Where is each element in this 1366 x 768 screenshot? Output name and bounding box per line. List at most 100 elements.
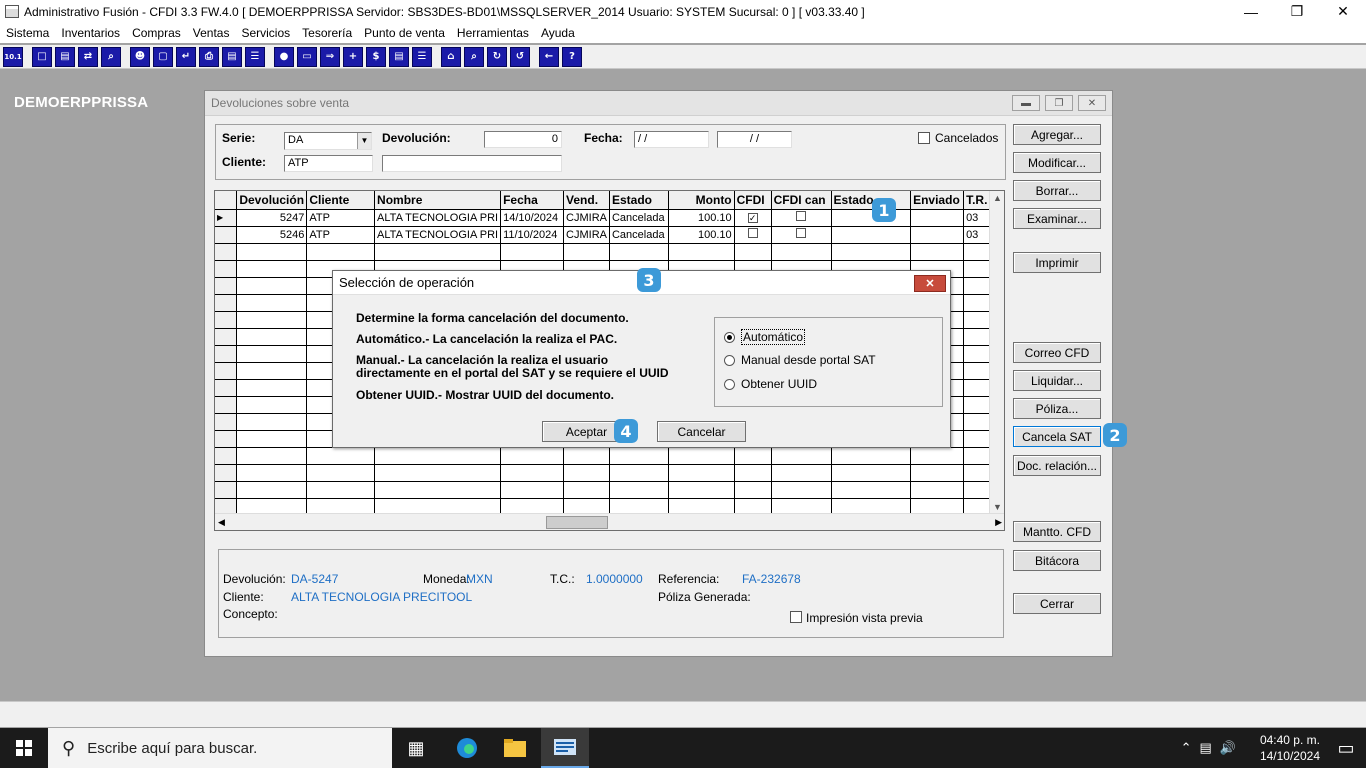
col-devolucion[interactable]: Devolución bbox=[236, 191, 308, 210]
cancelados-checkbox[interactable] bbox=[918, 132, 930, 144]
row-pointer-icon[interactable]: ▶ bbox=[215, 209, 238, 227]
taskbar-search-box[interactable]: ⚲ Escribe aquí para buscar. bbox=[48, 728, 392, 768]
cfdi-can-checkbox[interactable] bbox=[796, 228, 807, 238]
row-selector[interactable] bbox=[215, 464, 238, 482]
refresh-icon[interactable]: ↻ bbox=[487, 46, 507, 67]
table-row-empty[interactable] bbox=[215, 243, 1004, 261]
page-icon[interactable]: ▤ bbox=[222, 46, 242, 67]
cfdi-can-checkbox[interactable] bbox=[796, 211, 807, 221]
examinar-button[interactable]: Examinar... bbox=[1013, 208, 1101, 229]
horizontal-scroll-thumb[interactable] bbox=[546, 516, 608, 529]
cfdi-checkbox[interactable] bbox=[747, 228, 758, 238]
app-fusion-taskbar-icon[interactable] bbox=[541, 728, 589, 768]
row-selector[interactable] bbox=[215, 413, 238, 431]
row-selector[interactable] bbox=[215, 345, 238, 363]
clipboard-icon[interactable]: ▤ bbox=[55, 46, 75, 67]
row-selector[interactable] bbox=[215, 379, 238, 397]
user-icon[interactable]: ☻ bbox=[130, 46, 150, 67]
dialog-close-button[interactable]: ✕ bbox=[914, 275, 946, 292]
fecha-desde-input[interactable]: / / bbox=[634, 131, 709, 148]
col-cfdi-can[interactable]: CFDI can bbox=[771, 191, 832, 210]
imprimir-button[interactable]: Imprimir bbox=[1013, 252, 1101, 273]
col-estado2[interactable]: Estado bbox=[831, 191, 912, 210]
book-icon[interactable]: ▤ bbox=[389, 46, 409, 67]
add-icon[interactable]: + bbox=[343, 46, 363, 67]
row-selector[interactable] bbox=[215, 328, 238, 346]
correo-cfd-button[interactable]: Correo CFD bbox=[1013, 342, 1101, 363]
radio-dot[interactable] bbox=[724, 354, 735, 366]
table-row-empty[interactable] bbox=[215, 481, 1004, 499]
col-cliente[interactable]: Cliente bbox=[306, 191, 376, 210]
taskbar-clock[interactable]: 04:40 p. m. 14/10/2024 bbox=[1260, 732, 1320, 764]
grid-horizontal-scrollbar[interactable]: ◀ ▶ bbox=[215, 513, 1004, 530]
radio-dot[interactable] bbox=[724, 378, 735, 390]
cliente-input[interactable]: ATP bbox=[284, 155, 373, 172]
radio-obtener-uuid[interactable]: Obtener UUID bbox=[724, 377, 817, 391]
zoom-icon[interactable]: ⌕ bbox=[101, 46, 121, 67]
task-view-icon[interactable]: ▦ bbox=[392, 728, 440, 768]
radio-dot-selected[interactable] bbox=[724, 331, 735, 343]
menu-compras[interactable]: Compras bbox=[126, 23, 187, 43]
col-enviado[interactable]: Enviado bbox=[910, 191, 965, 210]
arrow-left-icon[interactable]: ← bbox=[539, 46, 559, 67]
menu-ayuda[interactable]: Ayuda bbox=[535, 23, 581, 43]
row-selector[interactable] bbox=[215, 260, 238, 278]
agregar-button[interactable]: Agregar... bbox=[1013, 124, 1101, 145]
cancelar-button[interactable]: Cancelar bbox=[657, 421, 746, 442]
menu-herramientas[interactable]: Herramientas bbox=[451, 23, 535, 43]
scroll-left-icon[interactable]: ◀ bbox=[218, 517, 225, 528]
cerrar-button[interactable]: Cerrar bbox=[1013, 593, 1101, 614]
col-cfdi[interactable]: CFDI bbox=[734, 191, 772, 210]
devolucion-input[interactable]: 0 bbox=[484, 131, 562, 148]
menu-tesoreria[interactable]: Tesorería bbox=[296, 23, 358, 43]
file-explorer-icon[interactable] bbox=[491, 728, 539, 768]
cfdi-checkbox[interactable]: ✓ bbox=[747, 212, 758, 223]
child-minimize-button[interactable]: ▬ bbox=[1012, 95, 1040, 111]
child-restore-button[interactable]: ❐ bbox=[1045, 95, 1073, 111]
scroll-up-icon[interactable]: ▲ bbox=[993, 193, 1002, 203]
table-row[interactable]: 5246 ATP ALTA TECNOLOGIA PRI 11/10/2024 … bbox=[215, 226, 1004, 244]
close-button[interactable]: ✕ bbox=[1320, 0, 1366, 23]
home-icon[interactable]: ⌂ bbox=[441, 46, 461, 67]
grid-vertical-scrollbar[interactable]: ▲ ▼ bbox=[989, 191, 1004, 514]
undo-icon[interactable]: ↺ bbox=[510, 46, 530, 67]
bitacora-button[interactable]: Bitácora bbox=[1013, 550, 1101, 571]
col-vend[interactable]: Vend. bbox=[563, 191, 610, 210]
menu-ventas[interactable]: Ventas bbox=[187, 23, 236, 43]
table-row-empty[interactable] bbox=[215, 464, 1004, 482]
edge-icon[interactable] bbox=[443, 728, 491, 768]
row-selector[interactable] bbox=[215, 447, 238, 465]
system-tray-icons[interactable]: ⌃▤🔊 bbox=[1181, 740, 1244, 756]
row-selector[interactable] bbox=[215, 294, 238, 312]
radio-manual[interactable]: Manual desde portal SAT bbox=[724, 353, 876, 367]
menu-inventarios[interactable]: Inventarios bbox=[55, 23, 126, 43]
print-icon[interactable]: ⎙ bbox=[199, 46, 219, 67]
menu-servicios[interactable]: Servicios bbox=[235, 23, 296, 43]
row-selector[interactable] bbox=[215, 481, 238, 499]
row-selector[interactable] bbox=[215, 430, 238, 448]
row-selector[interactable] bbox=[215, 396, 238, 414]
mantto-cfd-button[interactable]: Mantto. CFD bbox=[1013, 521, 1101, 542]
scroll-right-icon[interactable]: ▶ bbox=[995, 517, 1002, 528]
minimize-button[interactable]: — bbox=[1228, 0, 1274, 23]
modificar-button[interactable]: Modificar... bbox=[1013, 152, 1101, 173]
memo-icon[interactable]: ☰ bbox=[412, 46, 432, 67]
cancela-sat-button[interactable]: Cancela SAT bbox=[1013, 426, 1101, 447]
export-icon[interactable]: ⇒ bbox=[320, 46, 340, 67]
poliza-button[interactable]: Póliza... bbox=[1013, 398, 1101, 419]
liquidar-button[interactable]: Liquidar... bbox=[1013, 370, 1101, 391]
doc-relacion-button[interactable]: Doc. relación... bbox=[1013, 455, 1101, 476]
col-fecha[interactable]: Fecha bbox=[500, 191, 565, 210]
table-row-empty[interactable] bbox=[215, 447, 1004, 465]
scroll-down-icon[interactable]: ▼ bbox=[993, 502, 1002, 512]
restore-button[interactable]: ❐ bbox=[1274, 0, 1320, 23]
row-selector[interactable] bbox=[215, 243, 238, 261]
notification-icon[interactable]: ▭ bbox=[1326, 728, 1366, 768]
copy-icon[interactable]: □ bbox=[32, 46, 52, 67]
menu-sistema[interactable]: Sistema bbox=[0, 23, 55, 43]
fecha-hasta-input[interactable]: / / bbox=[717, 131, 792, 148]
back-doc-icon[interactable]: ↵ bbox=[176, 46, 196, 67]
col-estado[interactable]: Estado bbox=[609, 191, 669, 210]
menu-punto-de-venta[interactable]: Punto de venta bbox=[358, 23, 451, 43]
dollar-icon[interactable]: $ bbox=[366, 46, 386, 67]
